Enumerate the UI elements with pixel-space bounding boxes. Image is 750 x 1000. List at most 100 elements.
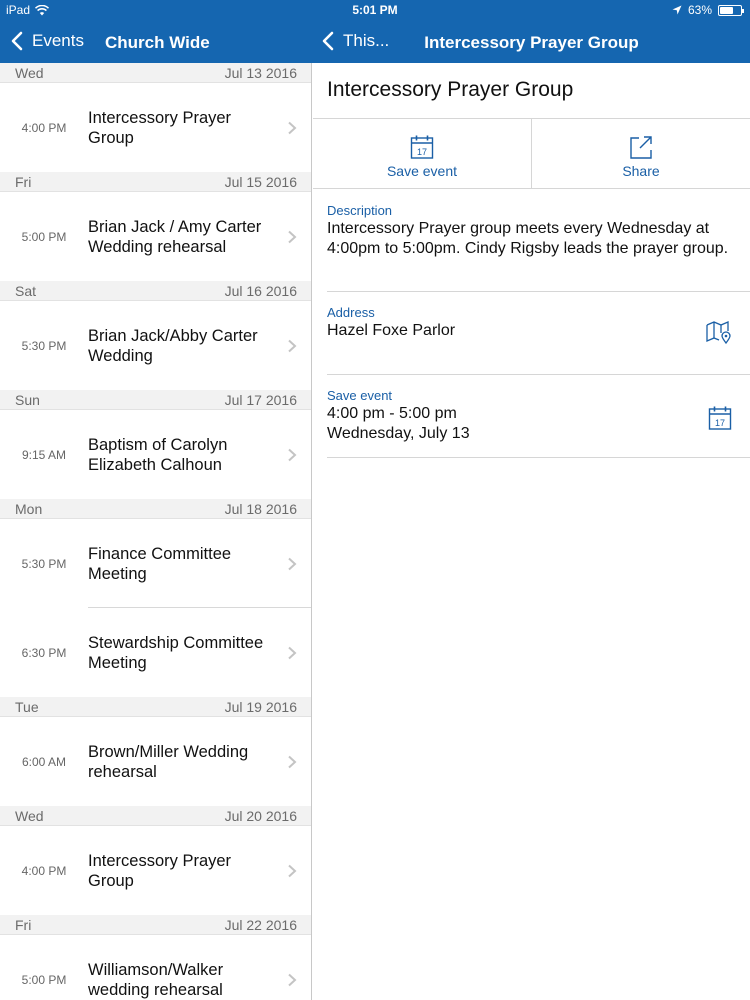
event-title: Brian Jack / Amy Carter Wedding rehearsa… <box>88 217 262 256</box>
battery-fill <box>720 6 733 14</box>
calendar-title: Church Wide <box>105 33 210 52</box>
day-of-week: Wed <box>15 65 44 81</box>
description-label: Description <box>327 203 393 218</box>
event-title: Baptism of Carolyn Elizabeth Calhoun <box>88 435 228 474</box>
day-header: Wed Jul 20 2016 <box>0 806 311 826</box>
event-title: Brown/Miller Wedding rehearsal <box>88 742 249 781</box>
navigation-bar: iPad 5:01 PM 63% Events Church Wide This… <box>0 0 750 63</box>
calendar-icon-day: 17 <box>417 147 427 157</box>
description-text: Intercessory Prayer group meets every We… <box>327 220 729 257</box>
event-title: Intercessory Prayer Group <box>327 78 574 101</box>
calendar-icon[interactable]: 17 <box>708 405 732 431</box>
event-time: 5:30 PM <box>21 556 67 571</box>
events-list[interactable]: Wed Jul 13 2016 4:00 PM Intercessory Prayer… <box>0 63 312 1000</box>
divider <box>313 188 750 189</box>
event-time: 4:00 PM <box>21 120 67 135</box>
detail-nav-title: Intercessory Prayer Group <box>424 33 639 52</box>
back-button-label: Events <box>32 31 84 50</box>
event-title: Williamson/Walker wedding rehearsal <box>88 960 224 999</box>
save-event-button[interactable]: 17 Save event <box>313 119 531 188</box>
chevron-left-icon <box>11 31 23 51</box>
day-of-week: Sun <box>15 392 40 408</box>
event-row[interactable]: 4:00 PM Intercessory Prayer Group <box>0 826 311 915</box>
day-of-week: Fri <box>15 174 32 190</box>
day-date: Jul 16 2016 <box>224 283 297 299</box>
back-to-events-button[interactable]: Events <box>8 30 84 52</box>
calendar-icon: 17 <box>410 135 434 159</box>
day-of-week: Mon <box>15 501 43 517</box>
chevron-right-icon <box>288 755 297 769</box>
chevron-right-icon <box>288 973 297 987</box>
event-row[interactable]: 4:00 PM Intercessory Prayer Group <box>0 83 311 172</box>
day-of-week: Wed <box>15 808 44 824</box>
divider <box>327 457 750 458</box>
day-header: Wed Jul 13 2016 <box>0 63 311 83</box>
day-header: Fri Jul 22 2016 <box>0 915 311 935</box>
address-section[interactable]: Address Hazel Foxe Parlor <box>327 305 736 365</box>
day-date: Jul 15 2016 <box>224 174 297 190</box>
day-date: Jul 22 2016 <box>224 917 297 933</box>
chevron-right-icon <box>288 448 297 462</box>
events-list-nav: Events Church Wide <box>0 28 312 58</box>
day-header: Sun Jul 17 2016 <box>0 390 311 410</box>
day-header: Tue Jul 19 2016 <box>0 697 311 717</box>
event-title: Intercessory Prayer Group <box>88 108 232 147</box>
divider <box>327 291 750 292</box>
event-time: 5:30 PM <box>21 338 67 353</box>
location-arrow-icon <box>672 5 682 15</box>
day-date: Jul 19 2016 <box>224 699 297 715</box>
battery-percent: 63% <box>687 3 712 17</box>
day-header: Fri Jul 15 2016 <box>0 172 311 192</box>
event-row[interactable]: 5:30 PM Brian Jack/Abby Carter Wedding <box>0 301 311 390</box>
status-time: 5:01 PM <box>352 3 398 17</box>
chevron-right-icon <box>288 121 297 135</box>
day-header: Sat Jul 16 2016 <box>0 281 311 301</box>
address-text: Hazel Foxe Parlor <box>327 322 456 339</box>
day-date: Jul 18 2016 <box>224 501 297 517</box>
save-event-label: Save event <box>386 163 458 179</box>
event-detail-pane: Intercessory Prayer Group 17 Save event <box>313 63 750 1000</box>
event-row[interactable]: 6:30 PM Stewardship Committee Meeting <box>0 608 311 697</box>
event-date: Wednesday, July 13 <box>327 425 470 442</box>
chevron-right-icon <box>288 230 297 244</box>
battery-icon <box>718 4 744 16</box>
event-row[interactable]: 5:00 PM Brian Jack / Amy Carter Wedding r… <box>0 192 311 281</box>
share-icon <box>630 136 652 159</box>
description-section: Description Intercessory Prayer group me… <box>327 203 736 259</box>
status-bar: iPad 5:01 PM 63% <box>0 0 750 20</box>
day-date: Jul 13 2016 <box>224 65 297 81</box>
event-row[interactable]: 5:00 PM Williamson/Walker wedding rehears… <box>0 935 311 1000</box>
event-title: Intercessory Prayer Group <box>88 851 232 890</box>
event-time: 6:30 PM <box>21 645 67 660</box>
day-of-week: Fri <box>15 917 32 933</box>
event-detail-nav: This... Intercessory Prayer Group <box>313 28 750 58</box>
day-header: Mon Jul 18 2016 <box>0 499 311 519</box>
chevron-right-icon <box>288 557 297 571</box>
chevron-right-icon <box>288 339 297 353</box>
day-date: Jul 17 2016 <box>224 392 297 408</box>
chevron-right-icon <box>288 646 297 660</box>
event-row[interactable]: 9:15 AM Baptism of Carolyn Elizabeth Calh… <box>0 410 311 499</box>
event-row[interactable]: 6:00 AM Brown/Miller Wedding rehearsal <box>0 717 311 806</box>
divider <box>531 119 532 188</box>
event-title: Brian Jack/Abby Carter Wedding <box>88 326 258 365</box>
save-event-section[interactable]: Save event 4:00 pm - 5:00 pm Wednesday, … <box>327 388 736 448</box>
event-time: 6:00 AM <box>21 754 67 769</box>
event-time: 5:00 PM <box>21 972 67 987</box>
save-event-section-label: Save event <box>327 388 393 403</box>
event-time: 4:00 PM <box>21 863 67 878</box>
event-time: 9:15 AM <box>21 447 67 462</box>
day-of-week: Sat <box>15 283 37 299</box>
event-time: 5:00 PM <box>21 229 67 244</box>
divider <box>327 374 750 375</box>
address-label: Address <box>327 305 375 320</box>
share-label: Share <box>622 163 660 179</box>
event-title: Finance Committee Meeting <box>88 544 232 583</box>
event-row[interactable]: 5:30 PM Finance Committee Meeting <box>0 519 311 608</box>
share-button[interactable]: Share <box>532 119 750 188</box>
map-icon[interactable] <box>706 321 732 345</box>
calendar-icon-day: 17 <box>715 418 725 428</box>
event-time-range: 4:00 pm - 5:00 pm <box>327 405 457 422</box>
chevron-right-icon <box>288 864 297 878</box>
day-of-week: Tue <box>15 699 39 715</box>
